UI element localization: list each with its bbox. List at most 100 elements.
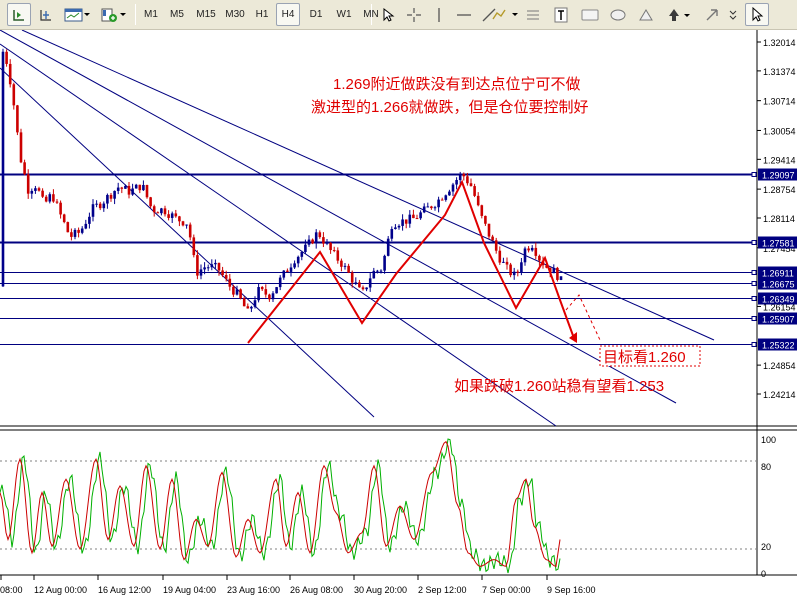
candle-body	[451, 184, 455, 192]
candle-body	[73, 229, 77, 237]
timeframe-d1[interactable]: D1	[304, 3, 328, 26]
arrow-tool-icon[interactable]	[700, 3, 724, 26]
candle-body	[340, 260, 343, 267]
candle-body	[347, 265, 350, 273]
triangle-icon[interactable]	[634, 3, 658, 26]
fibo-icon[interactable]	[487, 3, 521, 26]
chart-crosshair-icon[interactable]	[34, 3, 58, 26]
price-chart[interactable]: 1.269附近做跌没有到达点位宁可不做 激进型的1.266就做跌，但是仓位要控制…	[0, 30, 797, 603]
level-handle[interactable]	[751, 342, 757, 347]
indicators-icon[interactable]	[98, 3, 128, 26]
candle-body	[300, 251, 304, 257]
annotation-target: 目标看1.260	[603, 349, 686, 366]
candle-body	[221, 270, 224, 275]
candle-body	[376, 270, 379, 272]
level-handle[interactable]	[751, 270, 757, 275]
timeframe-w1[interactable]: W1	[332, 3, 356, 26]
price-label: 1.30714	[763, 97, 796, 107]
candle-body	[228, 278, 232, 287]
level-handle[interactable]	[751, 281, 757, 286]
candle-body	[88, 216, 91, 224]
time-label: 16 Aug 12:00	[98, 585, 151, 595]
level-price-label: 1.27581	[762, 239, 795, 249]
chart-toolbar: M1 M5 M15 M30 H1 H4 D1 W1 MN	[0, 0, 797, 30]
candle-body	[325, 242, 329, 244]
oscillator-area[interactable]	[0, 430, 757, 575]
level-handle[interactable]	[751, 316, 757, 321]
candle-body	[332, 250, 336, 252]
select-pointer-icon[interactable]	[745, 3, 769, 26]
candle-body	[476, 195, 480, 206]
candle-body	[491, 236, 494, 241]
toolbar-chevron-icon[interactable]	[723, 3, 743, 26]
timeframe-m30[interactable]: M30	[220, 3, 250, 26]
candle-body	[268, 294, 271, 300]
horizontal-line-icon[interactable]	[452, 3, 476, 26]
candle-body	[217, 262, 221, 271]
timeframe-h1[interactable]: H1	[250, 3, 274, 26]
level-handle[interactable]	[751, 172, 757, 177]
candle-body	[199, 269, 203, 276]
candle-body	[109, 194, 113, 199]
candle-body	[383, 255, 386, 271]
candle-body	[394, 227, 397, 230]
channel-icon[interactable]	[521, 3, 545, 26]
time-label: 19 Aug 04:00	[163, 585, 216, 595]
candle-body	[149, 197, 152, 207]
candle-body	[174, 213, 178, 217]
candle-body	[210, 264, 214, 268]
candle-body	[145, 184, 149, 198]
candle-body	[95, 203, 98, 205]
candle-body	[59, 202, 62, 215]
candle-body	[264, 289, 268, 295]
candle-body	[116, 187, 120, 191]
candle-body	[282, 270, 286, 278]
candle-body	[329, 242, 332, 251]
annotation-line1: 1.269附近做跌没有到达点位宁可不做	[333, 76, 581, 93]
candle-body	[66, 222, 70, 233]
candle-body	[178, 216, 181, 222]
price-axis[interactable]: 1.32014 1.31374 1.30714 1.30054 1.29414 1.287…	[757, 38, 797, 400]
candle-body	[19, 132, 23, 163]
timeframe-m5[interactable]: M5	[165, 3, 189, 26]
level-handle[interactable]	[751, 240, 757, 245]
candle-body	[430, 206, 433, 209]
level-price-label: 1.26911	[762, 269, 794, 279]
candle-body	[556, 267, 559, 280]
candle-body	[412, 214, 415, 219]
annotation-break: 如果跌破1.260站稳有望看1.253	[454, 378, 664, 395]
candle-body	[271, 293, 275, 300]
candle-body	[1, 51, 5, 287]
candle-body	[37, 188, 41, 191]
text-label-icon[interactable]	[578, 3, 602, 26]
candle-body	[401, 219, 404, 226]
vertical-line-icon[interactable]	[427, 3, 451, 26]
chart-template-icon[interactable]	[62, 3, 92, 26]
time-label: 26 Aug 08:00	[290, 585, 343, 595]
candle-body	[552, 267, 556, 274]
candle-body	[232, 286, 235, 295]
time-label: 7 Sep 00:00	[482, 585, 531, 595]
arrow-up-icon[interactable]	[664, 3, 694, 26]
level-price-label: 1.29097	[762, 171, 795, 181]
text-icon[interactable]	[550, 3, 572, 26]
timeframe-mn[interactable]: MN	[359, 3, 383, 26]
ellipse-icon[interactable]	[606, 3, 630, 26]
candle-body	[358, 282, 361, 288]
timeframe-h4[interactable]: H4	[276, 3, 300, 26]
candle-body	[253, 300, 257, 307]
candle-body	[55, 201, 59, 203]
candle-body	[127, 185, 131, 195]
candle-body	[498, 250, 502, 263]
chart-bars-icon[interactable]	[7, 3, 31, 26]
candle-body	[275, 287, 278, 294]
crosshair-icon[interactable]	[402, 3, 426, 26]
candle-body	[314, 232, 318, 244]
candle-body	[516, 271, 520, 273]
level-handle[interactable]	[751, 296, 757, 301]
candle-body	[163, 208, 167, 215]
timeframe-m1[interactable]: M1	[139, 3, 163, 26]
candle-body	[473, 186, 476, 196]
timeframe-m15[interactable]: M15	[191, 3, 221, 26]
candle-body	[487, 223, 491, 237]
